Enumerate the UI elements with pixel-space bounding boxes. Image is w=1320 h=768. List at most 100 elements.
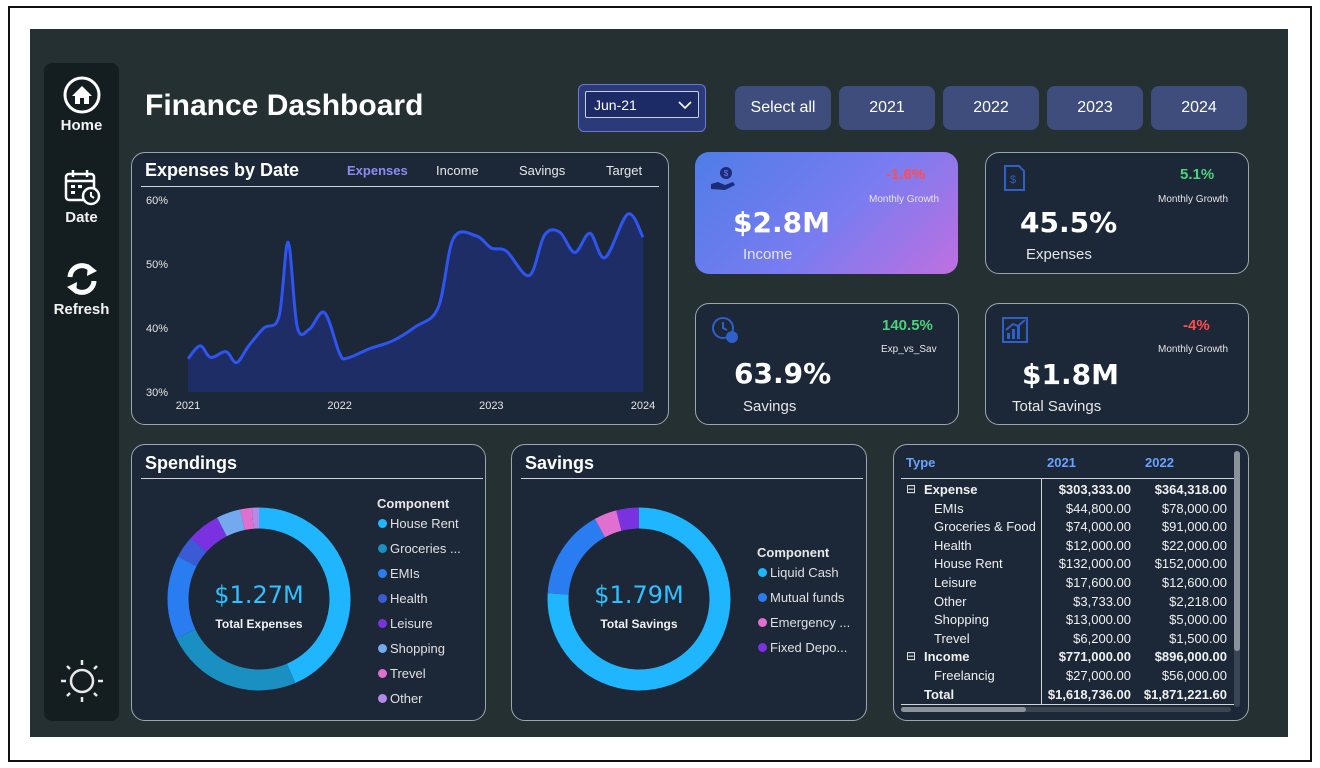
legend-dot [758,568,767,577]
total-savings-growth: -4% [1183,317,1210,334]
horizontal-scrollbar-thumb[interactable] [901,707,1026,712]
matrix-header-2022[interactable]: 2022 [1145,455,1174,470]
matrix-header-2021[interactable]: 2021 [1047,455,1076,470]
sidebar-item-label: Home [60,117,103,134]
spendings-legend-item[interactable]: House Rent [378,516,459,531]
legend-label: Health [390,591,428,606]
sidebar-item-refresh[interactable]: Refresh [44,259,119,318]
cell-2022: $896,000.00 [1154,649,1227,665]
year-2023-button[interactable]: 2023 [1047,86,1143,130]
tab-target[interactable]: Target [606,163,642,178]
income-value: $2.8M [733,206,830,239]
row-label: Health [934,537,972,553]
collapse-toggle-icon[interactable]: ⊟ [906,649,916,663]
income-label: Income [743,246,793,263]
table-row: Freelancig $27,000.00 $56,000.00 [894,668,1234,686]
donut-slice-shopping[interactable] [217,509,245,537]
donut-slice-leisure[interactable] [190,517,228,553]
legend-dot [378,644,387,653]
spendings-legend-item[interactable]: Groceries ... [378,541,461,556]
x-tick-label: 2023 [479,400,503,412]
total-expenses-value: $1.27M [214,581,304,609]
spendings-legend-item[interactable]: EMIs [378,566,420,581]
spendings-legend-item[interactable]: Other [378,691,423,706]
x-tick-label: 2022 [327,400,351,412]
year-2022-button[interactable]: 2022 [943,86,1039,130]
spendings-legend-item[interactable]: Health [378,591,428,606]
spendings-legend-item[interactable]: Leisure [378,616,433,631]
spendings-title: Spendings [145,453,238,473]
total-savings-value: $1.8M [1022,358,1119,391]
select-all-button[interactable]: Select all [735,86,831,130]
legend-label: Emergency ... [770,615,851,630]
donut-slice-groceries-food[interactable] [176,629,296,691]
sidebar-item-date[interactable]: Date [44,167,119,226]
row-label: Income [924,649,970,665]
cell-2021: $27,000.00 [1065,668,1131,683]
date-dropdown[interactable]: Jun-21 [578,84,706,132]
expenses-label: Expenses [1026,246,1092,263]
cell-2021: $44,800.00 [1065,500,1131,516]
money-hand-icon: $ [711,167,735,190]
cell-2022: $5,000.00 [1169,612,1227,628]
date-dropdown-value: Jun-21 [594,96,637,113]
income-growth-note: Monthly Growth [869,194,940,205]
matrix-header-type[interactable]: Type [906,455,935,470]
row-label: Leisure [934,575,977,590]
collapse-toggle-icon[interactable]: ⊟ [906,482,916,496]
legend-dot [378,619,387,628]
svg-text:$: $ [1010,174,1016,186]
legend-label: Mutual funds [770,590,845,605]
total-savings-center-label: Total Savings [600,617,678,631]
year-2021-button[interactable]: 2021 [839,86,935,130]
y-tick-label: 60% [146,195,168,207]
divider [521,478,863,479]
savings-legend-item[interactable]: Mutual funds [758,590,844,605]
cell-2021: $13,000.00 [1065,612,1131,628]
matrix-body: ⊟ Expense $303,333.00 $364,318.00 EMIs $44,80… [894,482,1239,704]
donut-slice-health[interactable] [177,537,207,567]
donut-slice-emergency[interactable] [594,510,622,538]
year-2024-button[interactable]: 2024 [1151,86,1247,130]
table-row: Total $1,618,736.00 $1,871,221.60 [894,687,1234,705]
chevron-down-icon [678,100,692,109]
legend-label: Shopping [390,641,445,656]
tab-expenses[interactable]: Expenses [347,163,408,178]
row-label: Freelancig [934,668,995,683]
cell-2022: $78,000.00 [1161,500,1227,516]
spendings-legend-item[interactable]: Shopping [378,641,445,656]
savings-legend-item[interactable]: Emergency ... [758,615,850,630]
table-row: Other $3,733.00 $2,218.00 [894,594,1234,612]
vertical-scrollbar[interactable] [1234,451,1240,707]
donut-slice-trevel[interactable] [240,507,254,531]
savings-legend-item[interactable]: Liquid Cash [758,565,839,580]
legend-dot [378,669,387,678]
income-kpi-card: $ -1.6% Monthly Growth $2.8M Income [695,152,958,274]
y-tick-label: 40% [146,323,168,335]
tab-income[interactable]: Income [436,163,479,178]
savings-value: 63.9% [734,357,832,390]
sidebar-item-home[interactable]: Home [44,75,119,134]
page-title: Finance Dashboard [145,89,424,122]
spendings-legend-item[interactable]: Trevel [378,666,426,681]
divider [141,478,483,479]
tab-savings[interactable]: Savings [519,163,565,178]
legend-label: EMIs [390,566,420,581]
y-tick-label: 30% [146,387,168,399]
cell-2021: $12,000.00 [1065,537,1131,553]
theme-toggle[interactable] [44,657,119,705]
table-row: Health $12,000.00 $22,000.00 [894,538,1234,556]
piggy-clock-icon [712,317,738,343]
vertical-scrollbar-thumb[interactable] [1234,451,1240,651]
horizontal-scrollbar[interactable] [901,707,1231,712]
donut-slice-fixed-depo[interactable] [616,507,640,531]
savings-legend-item[interactable]: Fixed Depo... [758,640,847,655]
divider [901,478,1234,479]
table-row: House Rent $132,000.00 $152,000.00 [894,556,1234,574]
cell-2021: $771,000.00 [1058,649,1131,665]
cell-2022: $56,000.00 [1161,668,1227,683]
table-row: Groceries & Food $74,000.00 $91,000.00 [894,519,1234,537]
cell-2021: $6,200.00 [1073,630,1131,646]
total-savings-kpi-card: -4% Monthly Growth $1.8M Total Savings [985,303,1249,425]
row-label: House Rent [934,556,1003,572]
